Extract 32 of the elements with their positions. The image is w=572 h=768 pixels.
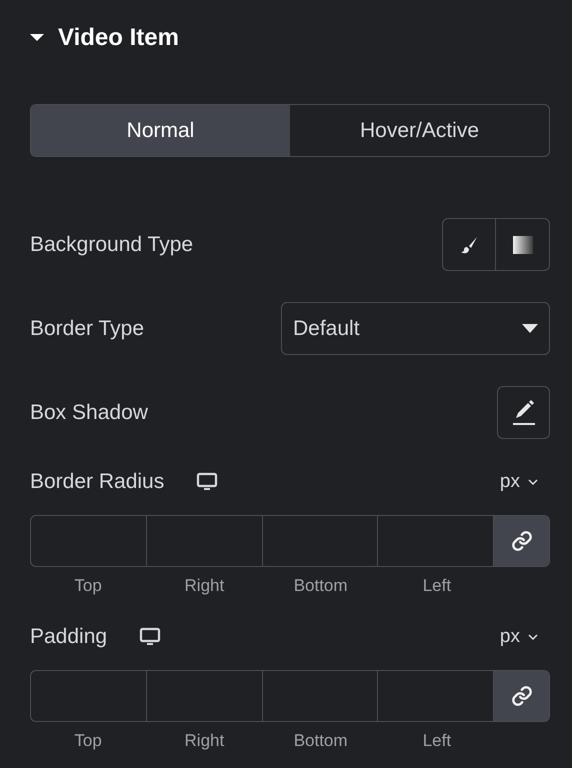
control-label: Background Type [30,232,194,258]
side-label: Left [422,575,452,597]
side-label: Top [73,730,103,752]
brush-icon [460,236,478,254]
control-label: Border Type [30,316,144,342]
side-label: Top [73,575,103,597]
state-tab[interactable]: Normal [31,105,290,156]
side-label: Left [422,730,452,752]
section-header[interactable]: Video Item [30,22,179,54]
monitor-icon[interactable] [139,627,162,647]
chevron-down-icon [528,479,538,485]
side-label: Bottom [292,730,349,752]
side-label: Right [184,730,226,752]
caret-down-icon [522,324,538,333]
border-type-select[interactable]: Default [281,302,550,355]
link-icon [510,685,532,707]
pencil-icon [512,400,536,426]
link-button[interactable] [494,516,549,566]
chevron-down-icon [528,634,538,640]
link-button[interactable] [494,671,549,721]
link-icon [510,530,532,552]
side-label: Right [184,575,226,597]
state-tab[interactable]: Hover/Active [290,105,549,156]
control-label: Border Radius [30,469,164,496]
unit-selector[interactable]: px [500,622,550,652]
control-label: Padding [30,624,108,650]
side-label: Bottom [292,575,349,597]
control-label: Box Shadow [30,400,148,426]
monitor-icon[interactable] [196,472,218,492]
edit-button[interactable] [497,386,550,439]
unit-selector[interactable]: px [500,468,550,496]
gradient-icon [512,236,532,254]
